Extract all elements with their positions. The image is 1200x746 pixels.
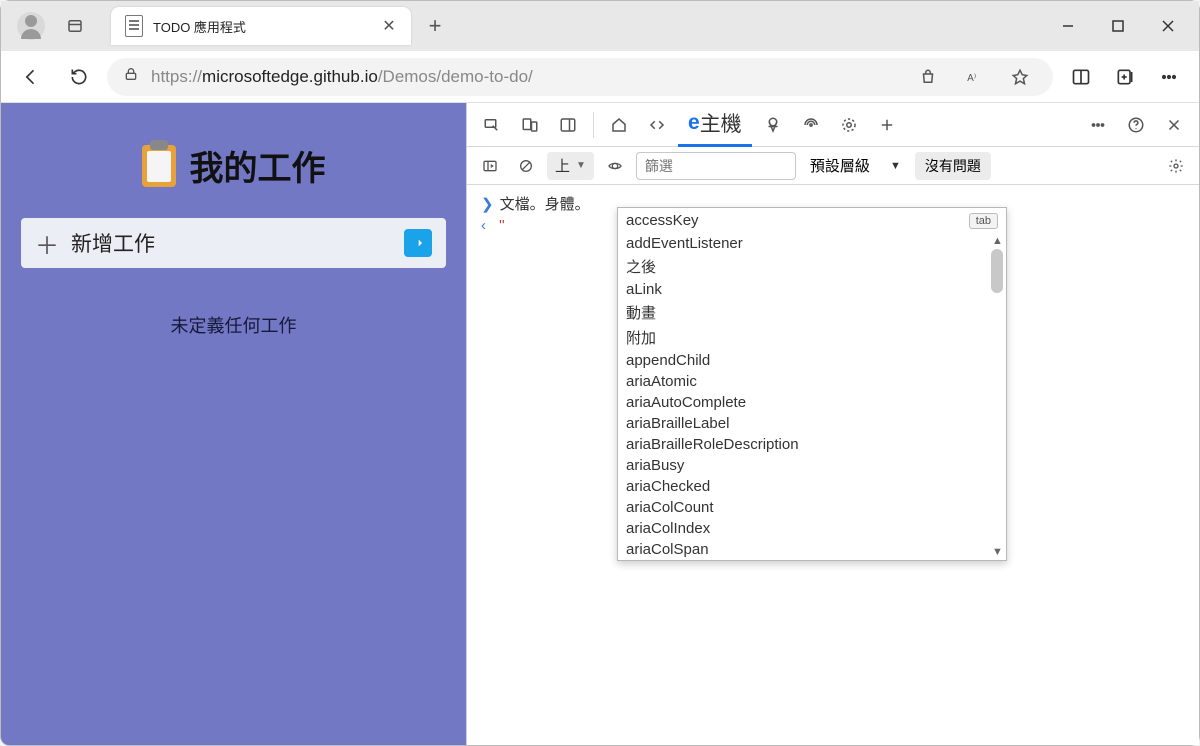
autocomplete-list[interactable]: addEventListener 之後 aLink 動畫 附加 appendCh… (618, 233, 1006, 560)
read-aloud-icon[interactable]: A⁾ (957, 60, 991, 94)
submit-task-button[interactable] (404, 229, 432, 257)
add-task-card[interactable]: ＋ 新增工作 (21, 218, 446, 268)
autocomplete-item[interactable]: ariaBrailleLabel (618, 413, 1006, 434)
network-tab-icon[interactable] (794, 108, 828, 142)
elements-tab-icon[interactable] (640, 108, 674, 142)
tab-close-button[interactable]: ✕ (381, 18, 397, 34)
autocomplete-item[interactable]: aLink (618, 279, 1006, 300)
browser-tab[interactable]: TODO 應用程式 ✕ (111, 7, 411, 45)
tab-title: TODO 應用程式 (153, 17, 371, 36)
profile-avatar[interactable] (17, 12, 45, 40)
scroll-down-icon[interactable]: ▼ (992, 546, 1003, 558)
autocomplete-item[interactable]: ariaColSpan (618, 539, 1006, 560)
breadcrumb: ❯文檔。身體。 (481, 193, 590, 214)
app-title: 我的工作 (190, 141, 326, 190)
devtools-tab-strip: e 主機 (467, 103, 1199, 147)
performance-tab-icon[interactable] (832, 108, 866, 142)
browser-toolbar: https://microsoftedge.github.io/Demos/de… (1, 51, 1199, 103)
autocomplete-item[interactable]: appendChild (618, 350, 1006, 371)
autocomplete-item[interactable]: ariaColCount (618, 497, 1006, 518)
lock-icon (123, 66, 139, 87)
todo-app: 我的工作 ＋ 新增工作 未定義任何工作 (1, 103, 466, 745)
refresh-button[interactable] (59, 57, 99, 97)
context-selector[interactable]: 上▼ (547, 152, 594, 180)
devtools-more-icon[interactable] (1081, 108, 1115, 142)
back-button[interactable] (11, 57, 51, 97)
tab-favicon (125, 15, 143, 37)
autocomplete-scrollbar[interactable]: ▲ ▼ (990, 233, 1004, 560)
window-maximize-button[interactable] (1093, 6, 1143, 46)
inspect-icon[interactable] (475, 108, 509, 142)
autocomplete-item[interactable]: ariaBrailleRoleDescription (618, 434, 1006, 455)
device-toggle-icon[interactable] (513, 108, 547, 142)
console-toolbar: 上▼ 預設層級▼ 沒有問題 (467, 147, 1199, 185)
split-screen-icon[interactable] (1061, 57, 1101, 97)
scroll-up-icon[interactable]: ▲ (992, 235, 1003, 247)
devtools-help-icon[interactable] (1119, 108, 1153, 142)
log-level-selector[interactable]: 預設層級▼ (802, 155, 909, 176)
add-panel-icon[interactable] (870, 108, 904, 142)
window-close-button[interactable] (1143, 6, 1193, 46)
clipboard-icon (142, 145, 176, 187)
devtools-close-icon[interactable] (1157, 108, 1191, 142)
live-expression-icon[interactable] (600, 152, 630, 180)
add-task-label: 新增工作 (71, 228, 392, 258)
autocomplete-item[interactable]: accessKey (626, 212, 969, 229)
empty-state-text: 未定義任何工作 (21, 312, 446, 338)
address-bar[interactable]: https://microsoftedge.github.io/Demos/de… (107, 58, 1053, 96)
tab-key-hint: tab (969, 213, 998, 229)
collections-icon[interactable] (1105, 57, 1145, 97)
window-controls (1043, 6, 1193, 46)
devtools-panel: e 主機 上▼ 預設層級▼ 沒有問題 (466, 103, 1199, 745)
shopping-icon[interactable] (911, 60, 945, 94)
app-header: 我的工作 (21, 141, 446, 190)
autocomplete-item[interactable]: 附加 (618, 325, 1006, 350)
autocomplete-popup: accessKey tab addEventListener 之後 aLink … (617, 207, 1007, 561)
svg-text:A⁾: A⁾ (967, 72, 976, 83)
dock-side-icon[interactable] (551, 108, 585, 142)
autocomplete-item[interactable]: 動畫 (618, 300, 1006, 325)
url-text: https://microsoftedge.github.io/Demos/de… (151, 67, 899, 87)
filter-input[interactable] (636, 152, 796, 180)
window-minimize-button[interactable] (1043, 6, 1093, 46)
console-prompt-caret: ‹ (481, 217, 486, 234)
autocomplete-item[interactable]: ariaAutoComplete (618, 392, 1006, 413)
autocomplete-item[interactable]: ariaBusy (618, 455, 1006, 476)
autocomplete-item[interactable]: ariaChecked (618, 476, 1006, 497)
sources-tab-icon[interactable] (756, 108, 790, 142)
console-tab[interactable]: e 主機 (678, 103, 752, 147)
tab-actions-button[interactable] (59, 10, 91, 42)
scroll-thumb[interactable] (991, 249, 1003, 293)
clear-console-icon[interactable] (511, 152, 541, 180)
autocomplete-item[interactable]: 之後 (618, 254, 1006, 279)
browser-titlebar: TODO 應用程式 ✕ + (1, 1, 1199, 51)
console-body[interactable]: ❯文檔。身體。 ‹ '' accessKey tab addEventListe… (467, 185, 1199, 745)
autocomplete-item[interactable]: addEventListener (618, 233, 1006, 254)
console-settings-icon[interactable] (1161, 152, 1191, 180)
welcome-tab-icon[interactable] (602, 108, 636, 142)
autocomplete-item[interactable]: ariaAtomic (618, 371, 1006, 392)
issues-badge[interactable]: 沒有問題 (915, 152, 991, 180)
plus-icon: ＋ (35, 226, 59, 261)
toggle-sidebar-icon[interactable] (475, 152, 505, 180)
favorite-icon[interactable] (1003, 60, 1037, 94)
autocomplete-item[interactable]: ariaColIndex (618, 518, 1006, 539)
console-input-text[interactable]: '' (499, 217, 505, 234)
more-icon[interactable] (1149, 57, 1189, 97)
new-tab-button[interactable]: + (417, 8, 453, 44)
